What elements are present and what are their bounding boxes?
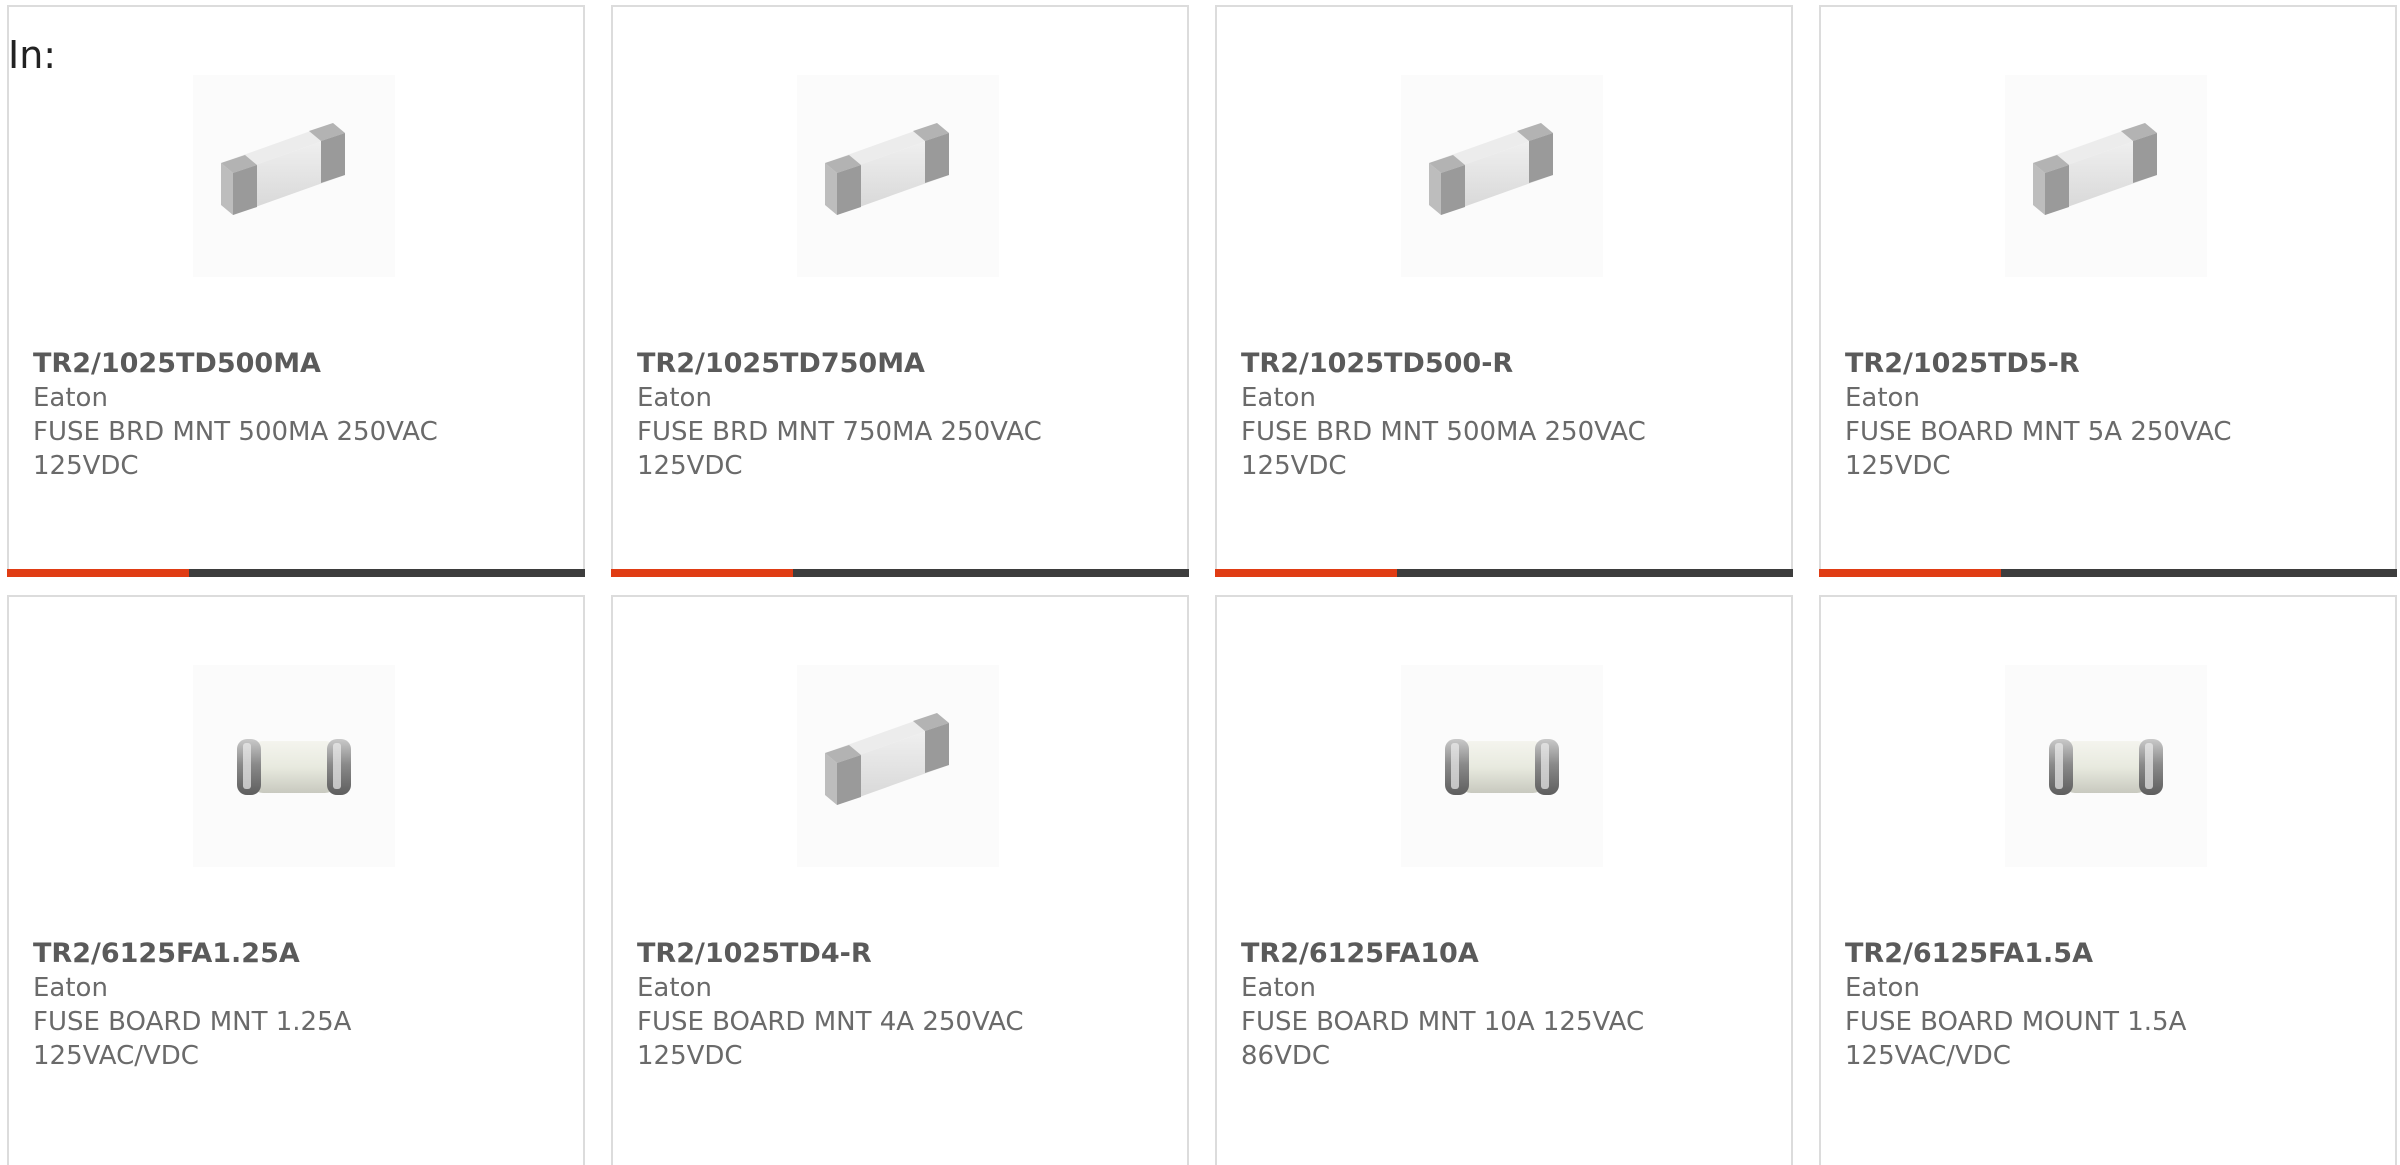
product-description: FUSE BOARD MNT 1.25A: [33, 1007, 352, 1037]
part-number[interactable]: TR2/6125FA1.5A: [1845, 937, 2371, 971]
product-card[interactable]: TR2/1025TD500-R Eaton FUSE BRD MNT 500MA…: [1215, 5, 1793, 577]
rect-fuse-icon: [2005, 75, 2207, 277]
cylinder-fuse-icon: [193, 665, 395, 867]
card-footer-bar: [7, 569, 585, 577]
rect-fuse-icon: [193, 75, 395, 277]
rect-fuse-icon: [797, 75, 999, 277]
product-description-line2: 125VDC: [1845, 451, 1951, 481]
in-label: In:: [8, 33, 57, 77]
card-footer-accent: [611, 569, 793, 577]
brand-name: Eaton: [1845, 383, 1920, 413]
cylinder-fuse-icon: [1401, 665, 1603, 867]
card-footer-accent: [7, 569, 189, 577]
brand-name: Eaton: [1241, 973, 1316, 1003]
card-footer-accent: [1819, 569, 2001, 577]
rect-fuse-icon: [797, 665, 999, 867]
brand-name: Eaton: [1241, 383, 1316, 413]
part-number[interactable]: TR2/6125FA1.25A: [33, 937, 559, 971]
rect-fuse-icon: [1401, 75, 1603, 277]
card-footer-bar: [1215, 569, 1793, 577]
brand-name: Eaton: [637, 973, 712, 1003]
product-description-line2: 125VDC: [637, 1041, 743, 1071]
part-number[interactable]: TR2/1025TD4-R: [637, 937, 1163, 971]
card-footer-accent: [1215, 569, 1397, 577]
card-footer-bar: [611, 569, 1189, 577]
product-card[interactable]: TR2/1025TD750MA Eaton FUSE BRD MNT 750MA…: [611, 5, 1189, 577]
product-card[interactable]: TR2/1025TD5-R Eaton FUSE BOARD MNT 5A 25…: [1819, 5, 2397, 577]
product-description: FUSE BRD MNT 500MA 250VAC: [1241, 417, 1646, 447]
brand-name: Eaton: [637, 383, 712, 413]
product-card[interactable]: TR2/1025TD4-R Eaton FUSE BOARD MNT 4A 25…: [611, 595, 1189, 1165]
product-description: FUSE BOARD MNT 4A 250VAC: [637, 1007, 1024, 1037]
part-number[interactable]: TR2/1025TD500MA: [33, 347, 559, 381]
product-card[interactable]: TR2/6125FA1.25A Eaton FUSE BOARD MNT 1.2…: [7, 595, 585, 1165]
product-grid: TR2/1025TD500MA Eaton FUSE BRD MNT 500MA…: [7, 5, 2400, 1165]
product-description: FUSE BRD MNT 750MA 250VAC: [637, 417, 1042, 447]
part-number[interactable]: TR2/1025TD750MA: [637, 347, 1163, 381]
product-card[interactable]: TR2/1025TD500MA Eaton FUSE BRD MNT 500MA…: [7, 5, 585, 577]
product-description-line2: 125VAC/VDC: [1845, 1041, 2011, 1071]
product-description-line2: 125VAC/VDC: [33, 1041, 199, 1071]
card-footer-bar: [1819, 569, 2397, 577]
product-description: FUSE BOARD MOUNT 1.5A: [1845, 1007, 2187, 1037]
part-number[interactable]: TR2/6125FA10A: [1241, 937, 1767, 971]
product-description: FUSE BOARD MNT 10A 125VAC: [1241, 1007, 1645, 1037]
cylinder-fuse-icon: [2005, 665, 2207, 867]
product-card[interactable]: TR2/6125FA1.5A Eaton FUSE BOARD MOUNT 1.…: [1819, 595, 2397, 1165]
brand-name: Eaton: [1845, 973, 1920, 1003]
product-description-line2: 125VDC: [637, 451, 743, 481]
brand-name: Eaton: [33, 383, 108, 413]
product-description: FUSE BRD MNT 500MA 250VAC: [33, 417, 438, 447]
product-description: FUSE BOARD MNT 5A 250VAC: [1845, 417, 2232, 447]
part-number[interactable]: TR2/1025TD5-R: [1845, 347, 2371, 381]
product-description-line2: 125VDC: [1241, 451, 1347, 481]
part-number[interactable]: TR2/1025TD500-R: [1241, 347, 1767, 381]
product-card[interactable]: TR2/6125FA10A Eaton FUSE BOARD MNT 10A 1…: [1215, 595, 1793, 1165]
brand-name: Eaton: [33, 973, 108, 1003]
product-description-line2: 86VDC: [1241, 1041, 1331, 1071]
product-description-line2: 125VDC: [33, 451, 139, 481]
